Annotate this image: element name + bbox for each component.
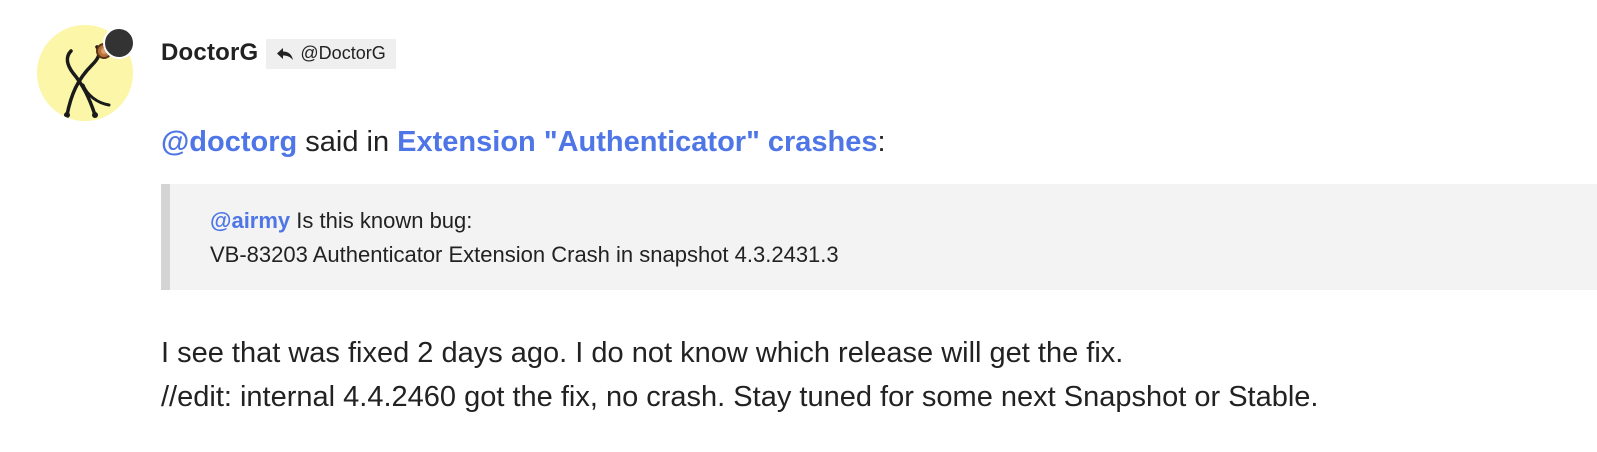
post-body-line-2: //edit: internal 4.4.2460 got the fix, n… — [161, 381, 1319, 413]
reply-arrow-icon — [277, 47, 294, 60]
topic-link[interactable]: Extension "Authenticator" crashes — [397, 126, 877, 158]
reply-to-label: @DoctorG — [300, 43, 386, 63]
author-name[interactable]: DoctorG — [161, 39, 258, 67]
quoted-mention-link[interactable]: @airmy — [210, 208, 290, 233]
post-body-line-1: I see that was fixed 2 days ago. I do no… — [161, 337, 1124, 369]
mentioned-user-link[interactable]: @doctorg — [161, 126, 297, 158]
quote-line-1: @airmy Is this known bug: — [210, 208, 472, 234]
forum-post: DoctorG @DoctorG @doctorg said in Extens… — [0, 0, 1597, 452]
quote-line-2: VB-83203 Authenticator Extension Crash i… — [210, 242, 839, 267]
quote-attribution: @doctorg said in Extension "Authenticato… — [161, 126, 886, 159]
author-avatar[interactable] — [37, 25, 135, 121]
quote-line-1-text: Is this known bug: — [290, 208, 473, 233]
status-indicator — [103, 27, 135, 59]
blockquote: @airmy Is this known bug: VB-83203 Authe… — [161, 184, 1597, 290]
post-header: DoctorG @DoctorG — [161, 36, 396, 69]
said-in-text: said in — [297, 126, 398, 158]
reply-to-badge[interactable]: @DoctorG — [266, 39, 396, 69]
attribution-colon: : — [877, 126, 886, 158]
